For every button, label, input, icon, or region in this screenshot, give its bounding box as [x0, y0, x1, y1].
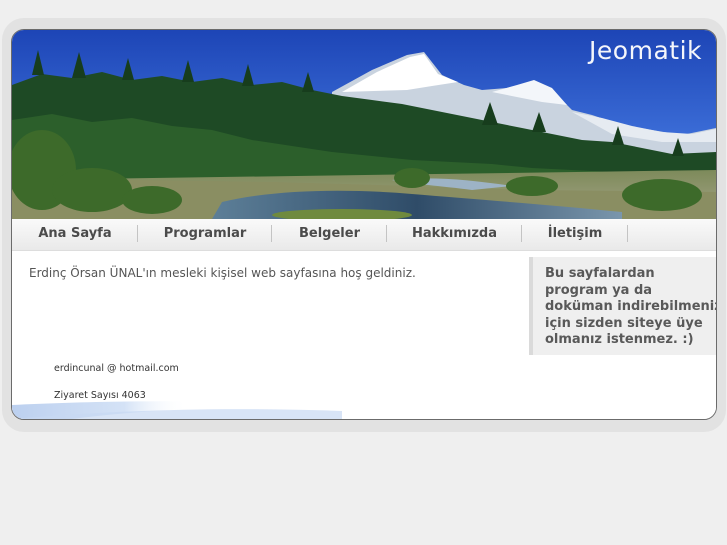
nav-item-ana-sayfa[interactable]: Ana Sayfa: [12, 219, 138, 250]
info-sidebar: Bu sayfalardan program ya da doküman ind…: [529, 257, 717, 355]
nav-item-belgeler[interactable]: Belgeler: [272, 219, 387, 250]
nav-item-hakkimizda[interactable]: Hakkımızda: [387, 219, 522, 250]
site-frame: Jeomatik Ana Sayfa Programlar Belgeler H…: [11, 29, 717, 420]
site-title: Jeomatik: [589, 36, 702, 65]
welcome-text: Erdinç Örsan ÜNAL'ın mesleki kişisel web…: [29, 266, 416, 280]
nav-divider: [627, 225, 628, 242]
main-content: Erdinç Örsan ÜNAL'ın mesleki kişisel web…: [12, 251, 716, 419]
footer-swoosh: [12, 401, 342, 419]
nav-item-iletisim[interactable]: İletişim: [522, 219, 628, 250]
nav-item-programlar[interactable]: Programlar: [138, 219, 272, 250]
contact-email: erdincunal @ hotmail.com: [54, 363, 179, 374]
sidebar-info-text: Bu sayfalardan program ya da doküman ind…: [545, 266, 717, 347]
header-banner: Jeomatik: [12, 30, 716, 219]
main-nav: Ana Sayfa Programlar Belgeler Hakkımızda…: [12, 219, 716, 251]
